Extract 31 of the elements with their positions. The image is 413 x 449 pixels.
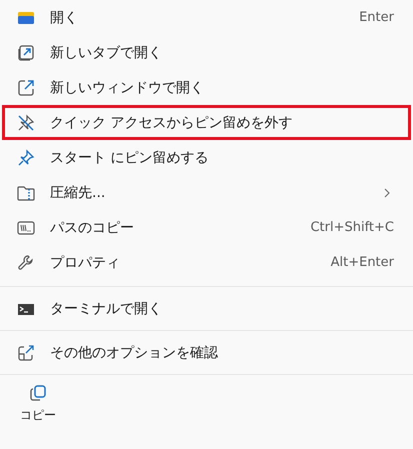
unpin-icon (16, 112, 36, 132)
menu-item-label: スタート にピン留めする (50, 148, 208, 166)
menu-item-label: 新しいウィンドウで開く (50, 78, 204, 96)
menu-item[interactable]: 新しいウィンドウで開く (4, 70, 409, 105)
menu-item-label: 圧縮先... (50, 184, 106, 202)
menu-item-label: プロパティ (50, 254, 120, 272)
menu-item-label: 開く (50, 8, 78, 26)
menu-item-label: パスのコピー (50, 218, 134, 236)
shortcut-text: Alt+Enter (330, 255, 394, 270)
menu-item-label: クイック アクセスからピン留めを外す (50, 114, 292, 132)
menu-item[interactable]: 開く Enter (4, 0, 409, 35)
copy-icon (28, 383, 48, 403)
menu-item-label: 新しいタブで開く (50, 44, 162, 62)
menu-item[interactable]: ターミナルで開く (4, 291, 409, 326)
shortcut-text: Ctrl+Shift+C (310, 220, 394, 235)
external-window-icon (16, 78, 36, 98)
chevron-right-icon (382, 186, 392, 198)
menu-item[interactable]: クイック アクセスからピン留めを外す (2, 105, 411, 140)
menu-item[interactable]: 新しいタブで開く (4, 35, 409, 70)
menu-item[interactable]: プロパティ Alt+Enter (4, 245, 409, 280)
copy-button[interactable]: コピー (16, 379, 60, 428)
menu-item-label: ターミナルで開く (50, 300, 162, 318)
menu-item[interactable]: 圧縮先... (4, 175, 409, 210)
menu-item-label: その他のオプションを確認 (50, 344, 218, 362)
pin-icon (16, 148, 36, 168)
menu-item[interactable]: その他のオプションを確認 (4, 335, 409, 370)
shortcut-text: Enter (359, 10, 394, 25)
more-options-icon (16, 342, 36, 362)
menu-item[interactable]: スタート にピン留めする (4, 140, 409, 175)
new-tab-icon (16, 42, 36, 62)
menu-item[interactable]: パスのコピー Ctrl+Shift+C (4, 210, 409, 245)
